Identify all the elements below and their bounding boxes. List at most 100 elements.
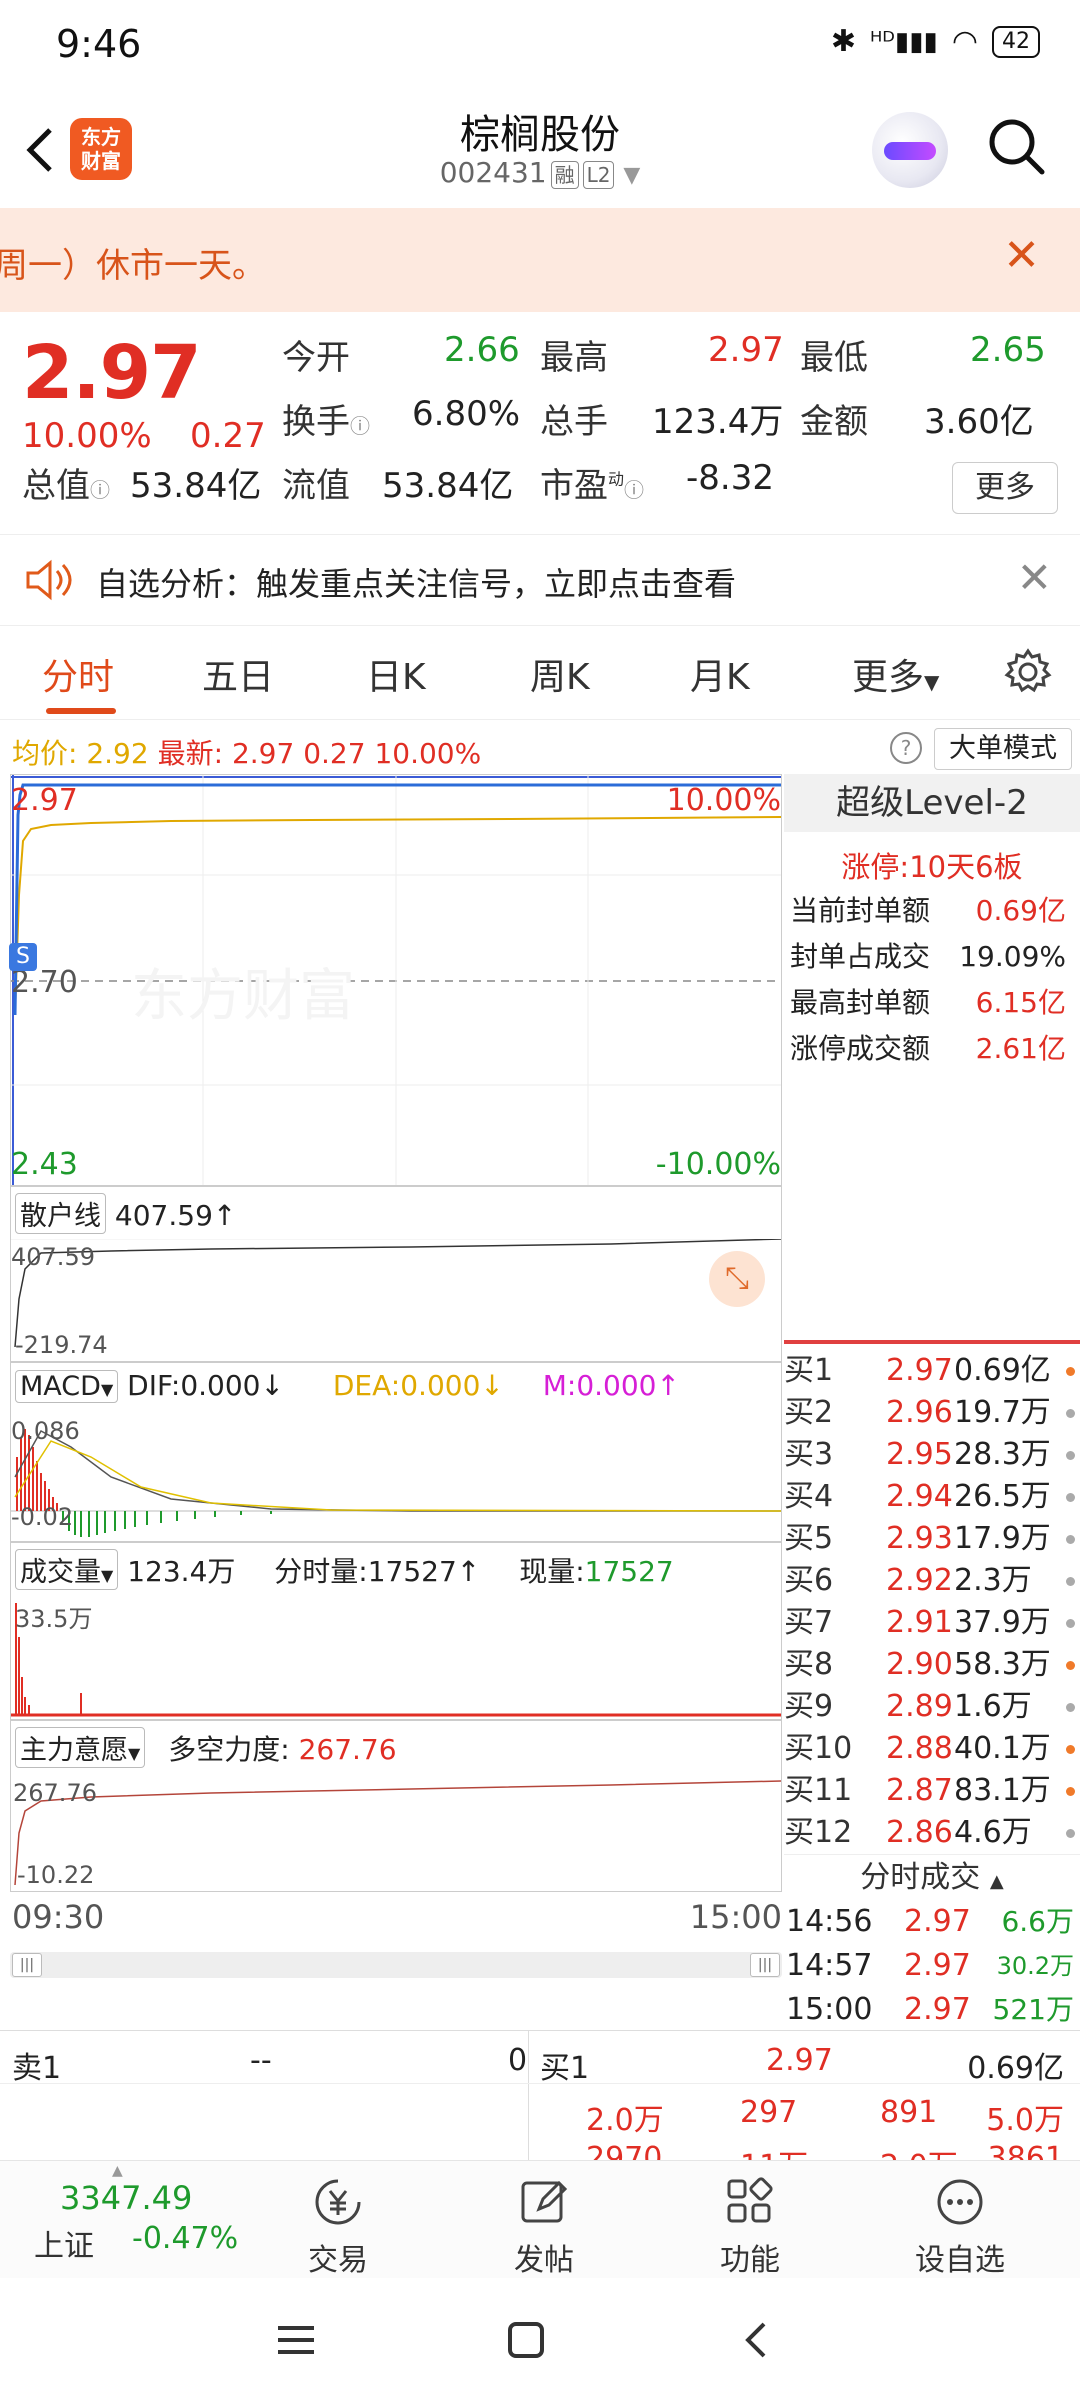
power-label: 多空力度:: [168, 1733, 290, 1766]
book-dot-icon: [1066, 1577, 1075, 1586]
order-book-row[interactable]: 买6 2.92 2.3万: [784, 1560, 1080, 1602]
scroll-handle-left[interactable]: |||: [12, 1953, 42, 1977]
tab-monthly-k[interactable]: 月K: [690, 648, 750, 700]
order-book-row[interactable]: 买1 2.97 0.69亿: [784, 1350, 1080, 1392]
menu-icon[interactable]: [276, 2320, 316, 2360]
level2-title[interactable]: 超级Level-2: [784, 774, 1080, 832]
summary-cell: 2.0万: [880, 2141, 958, 2161]
tab-five-day[interactable]: 五日: [202, 648, 274, 700]
retail-line-selector[interactable]: 散户线: [15, 1193, 106, 1234]
trade-price: 2.97: [904, 1948, 971, 1983]
notice-text: 周一）休市一天。: [0, 246, 266, 286]
time-end: 15:00: [689, 1898, 782, 1936]
book-price: 2.87: [886, 1773, 953, 1808]
main-intent-panel[interactable]: 主力意愿▼ 多空力度: 267.76 267.76 -10.22: [10, 1720, 782, 1892]
time-range-scrollbar[interactable]: ||| |||: [10, 1952, 782, 1978]
macd-top: 0.086: [11, 1417, 80, 1445]
help-icon[interactable]: ?: [890, 732, 922, 764]
volume-panel[interactable]: 成交量▼ 123.4万 分时量:17527↑ 现量:17527 33.5万: [10, 1542, 782, 1720]
intraday-charts[interactable]: 东方财富 2.97 10.00% 2.70 2.43 -10.00% S 散户线…: [9, 774, 782, 1978]
assistant-robot-icon[interactable]: [872, 112, 948, 188]
book-price: 2.89: [886, 1689, 953, 1724]
order-book-row[interactable]: 买12 2.86 4.6万: [784, 1812, 1080, 1854]
nav-trade[interactable]: 交易: [278, 2175, 398, 2279]
trade-list: 14:56 2.97 6.6万 14:57 2.97 30.2万 15:00 2.97 521万: [784, 1900, 1080, 2036]
index-name: 上证: [34, 2229, 94, 2264]
order-book-row[interactable]: 买7 2.91 37.9万: [784, 1602, 1080, 1644]
order-book[interactable]: 买1 2.97 0.69亿 买2 2.96 19.7万 买3 2.95 28.3万 买4 2.94 2…: [784, 1350, 1080, 1854]
volume-selector[interactable]: 成交量▼: [15, 1549, 119, 1590]
summary-cell: 11万: [740, 2141, 808, 2161]
turnover-value: 6.80%: [412, 394, 521, 434]
scroll-handle-right[interactable]: |||: [750, 1953, 780, 1977]
macd-panel[interactable]: MACD▼ DIF:0.000↓ DEA:0.000↓ M:0.000↑ 0.0…: [10, 1362, 782, 1542]
main-intent-svg: [14, 1780, 781, 1886]
watermark: 东方财富: [131, 964, 355, 1029]
book-qty: 2.3万: [954, 1563, 1032, 1598]
price-chart[interactable]: 东方财富 2.97 10.00% 2.70 2.43 -10.00% S: [9, 774, 782, 1186]
expand-icon[interactable]: ⤡: [709, 1251, 765, 1307]
order-book-row[interactable]: 买9 2.89 1.6万: [784, 1686, 1080, 1728]
order-book-row[interactable]: 买2 2.96 19.7万: [784, 1392, 1080, 1434]
speaker-icon: [26, 559, 72, 601]
low-value: 2.65: [970, 330, 1046, 370]
book-level: 买5: [784, 1521, 834, 1556]
index-ticker[interactable]: ▲ 3347.49 上证 -0.47%: [0, 2161, 240, 2279]
order-book-row[interactable]: 买4 2.94 26.5万: [784, 1476, 1080, 1518]
home-icon[interactable]: [506, 2320, 546, 2360]
book-price: 2.95: [886, 1437, 953, 1472]
big-order-mode-button[interactable]: 大单模式: [934, 728, 1072, 770]
order-book-row[interactable]: 买3 2.95 28.3万: [784, 1434, 1080, 1476]
open-value: 2.66: [444, 330, 520, 370]
book-level: 买3: [784, 1437, 834, 1472]
trades-title[interactable]: 分时成交 ▲: [784, 1854, 1080, 1900]
buy1-price: 2.97: [766, 2043, 833, 2078]
tab-weekly-k[interactable]: 周K: [530, 648, 590, 700]
volume-top: 33.5万: [15, 1605, 93, 1633]
order-book-row[interactable]: 买11 2.87 83.1万: [784, 1770, 1080, 1812]
tab-daily-k[interactable]: 日K: [366, 648, 426, 700]
trade-price: 2.97: [904, 1992, 971, 2027]
order-book-row[interactable]: 买5 2.93 17.9万: [784, 1518, 1080, 1560]
latest-pct: 10.00%: [374, 737, 482, 770]
summary-cell: 3861: [987, 2141, 1064, 2161]
seal-amount-row: 当前封单额 0.69亿: [790, 894, 1066, 927]
book-price: 2.91: [886, 1605, 953, 1640]
macd-selector[interactable]: MACD▼: [15, 1370, 119, 1403]
book-dot-icon: [1066, 1367, 1075, 1376]
latest-label: 最新:: [157, 737, 224, 770]
book-price: 2.93: [886, 1521, 953, 1556]
close-icon[interactable]: ✕: [1017, 553, 1052, 602]
book-dot-icon: [1066, 1451, 1075, 1460]
bid-ask-summary: 卖1 -- 0 买1 2.97 0.69亿 2.0万 297 891 5.0万 …: [0, 2030, 1080, 2161]
retail-line-panel[interactable]: 散户线 407.59↑ 407.59 -219.74 ⤡: [10, 1186, 782, 1362]
pct-bottom-label: -10.00%: [655, 1147, 781, 1182]
macd-svg: [11, 1429, 781, 1537]
tab-intraday[interactable]: 分时: [42, 648, 114, 700]
nav-functions[interactable]: 功能: [690, 2175, 810, 2279]
order-book-row[interactable]: 买10 2.88 40.1万: [784, 1728, 1080, 1770]
nav-add-watchlist[interactable]: 设自选: [900, 2175, 1020, 2279]
float-cap-value: 53.84亿: [382, 466, 514, 506]
macd-m: M:0.000↑: [542, 1369, 680, 1402]
more-button[interactable]: 更多: [952, 462, 1058, 514]
buy1-qty: 0.69亿: [967, 2051, 1064, 2086]
book-price: 2.86: [886, 1815, 953, 1850]
search-button[interactable]: [984, 114, 1050, 180]
order-book-row[interactable]: 买8 2.90 58.3万: [784, 1644, 1080, 1686]
seal-ratio-row: 封单占成交 19.09%: [790, 940, 1066, 973]
caret-up-icon: ▲: [112, 2163, 123, 2179]
search-icon: [989, 119, 1045, 175]
gear-icon[interactable]: [1004, 648, 1052, 696]
watchlist-alert-bar[interactable]: 自选分析：触发重点关注信号，立即点击查看 ✕: [0, 534, 1080, 626]
close-icon[interactable]: ✕: [1003, 230, 1040, 281]
status-icons: ✱ ᴴᴰ▮▮▮ ◠ 42: [831, 24, 1040, 59]
main-intent-selector[interactable]: 主力意愿▼: [15, 1727, 146, 1768]
tab-more[interactable]: 更多▼: [852, 648, 939, 700]
price-chart-svg: 东方财富: [11, 775, 781, 1185]
nav-post[interactable]: 发帖: [484, 2175, 604, 2279]
book-price: 2.97: [886, 1353, 953, 1388]
back-nav-icon[interactable]: [736, 2320, 776, 2360]
market-notice-banner[interactable]: 周一）休市一天。 ✕: [0, 208, 1080, 312]
sell-marker-badge[interactable]: S: [9, 943, 37, 971]
